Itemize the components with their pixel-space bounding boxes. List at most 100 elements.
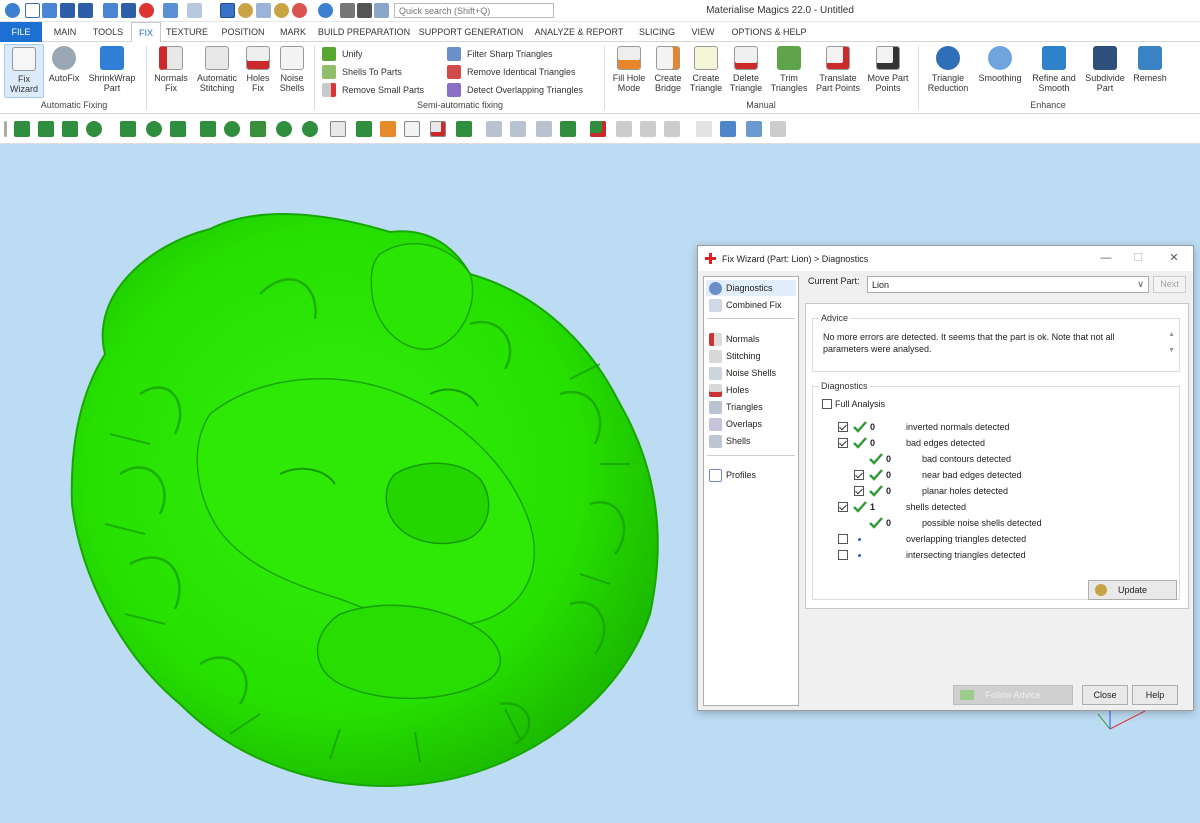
cube-green-icon[interactable] [356,121,372,137]
create-bridge-button[interactable]: Create Bridge [650,46,686,93]
trim-triangles-button[interactable]: Trim Triangles [768,46,810,93]
close-part-icon[interactable] [139,3,154,18]
menu-support-generation[interactable]: SUPPORT GENERATION [418,22,524,42]
remesh-button[interactable]: Remesh [1130,46,1170,83]
outline-triangle-icon[interactable] [696,121,712,137]
zoom-fit-icon[interactable] [292,3,307,18]
undo-icon[interactable] [163,3,178,18]
save-all-icon[interactable] [78,3,93,18]
expand-select-icon[interactable] [224,121,240,137]
near-bad-edges-checkbox[interactable] [854,470,864,480]
shells-checkbox[interactable] [838,502,848,512]
cube-red-icon[interactable] [430,121,446,137]
create-triangle-button[interactable]: Create Triangle [687,46,725,93]
invert-select-icon[interactable] [276,121,292,137]
shells-to-parts-button[interactable]: Shells To Parts [322,64,402,80]
blue-triangle-2-icon[interactable] [746,121,762,137]
settings-cube-icon[interactable] [374,3,389,18]
nav-stitching[interactable]: Stitching [706,348,796,364]
blue-triangle-icon[interactable] [720,121,736,137]
normals-fix-button[interactable]: Normals Fix [151,46,191,93]
zoom-in-icon[interactable] [274,3,289,18]
current-part-select[interactable]: Lion ∨ [867,276,1149,293]
wire-triangle-2-icon[interactable] [510,121,526,137]
grey-triangle-4-icon[interactable] [770,121,786,137]
wire-triangle-3-icon[interactable] [536,121,552,137]
grey-triangle-2-icon[interactable] [640,121,656,137]
next-button[interactable]: Next [1153,276,1186,293]
refine-and-smooth-button[interactable]: Refine and Smooth [1028,46,1080,93]
unify-button[interactable]: Unify [322,46,363,62]
menu-main[interactable]: MAIN [46,22,84,42]
shrinkwrap-part-button[interactable]: ShrinkWrap Part [85,46,139,93]
menu-fix[interactable]: FIX [131,22,161,43]
cube-dark-icon[interactable] [456,121,472,137]
fix-wizard-button[interactable]: Fix Wizard [4,44,44,98]
menu-mark[interactable]: MARK [276,22,310,42]
cube-blue-icon[interactable] [380,121,396,137]
menu-texture[interactable]: TEXTURE [164,22,210,42]
part-list-icon[interactable] [357,3,372,18]
brush-select-icon[interactable] [170,121,186,137]
zoom-icon[interactable] [238,3,253,18]
sphere-select-icon[interactable] [302,121,318,137]
menu-slicing[interactable]: SLICING [635,22,679,42]
save-icon[interactable] [60,3,75,18]
translate-part-points-button[interactable]: Translate Part Points [813,46,863,93]
menu-view[interactable]: VIEW [686,22,720,42]
nav-holes[interactable]: Holes [706,382,796,398]
box-select-icon[interactable] [120,121,136,137]
noise-shells-button[interactable]: Noise Shells [276,46,308,93]
triangle-reduction-button[interactable]: Triangle Reduction [924,46,972,93]
menu-options-help[interactable]: OPTIONS & HELP [728,22,810,42]
menu-file[interactable]: FILE [0,22,42,42]
measure-icon[interactable] [318,3,333,18]
detect-overlapping-triangles-button[interactable]: Detect Overlapping Triangles [447,82,583,98]
follow-advice-button[interactable]: Follow Advice [953,685,1073,705]
grey-triangle-3-icon[interactable] [664,121,680,137]
menu-position[interactable]: POSITION [216,22,270,42]
filter-sharp-triangles-button[interactable]: Filter Sharp Triangles [447,46,553,62]
import-icon[interactable] [103,3,118,18]
nav-combined-fix[interactable]: Combined Fix [706,297,796,313]
nav-triangles[interactable]: Triangles [706,399,796,415]
cube-view-icon[interactable] [330,121,346,137]
nav-noise-shells[interactable]: Noise Shells [706,365,796,381]
inverted-normals-checkbox[interactable] [838,422,848,432]
cube-white-icon[interactable] [404,121,420,137]
menu-build-preparation[interactable]: BUILD PREPARATION [316,22,412,42]
grey-triangle-icon[interactable] [616,121,632,137]
edge-select-icon[interactable] [38,121,54,137]
view-cube-icon[interactable] [256,3,271,18]
triangle-select-icon[interactable] [14,121,30,137]
smoothing-button[interactable]: Smoothing [975,46,1025,83]
menu-tools[interactable]: TOOLS [88,22,128,42]
remove-small-parts-button[interactable]: Remove Small Parts [322,82,424,98]
plane-select-icon[interactable] [62,121,78,137]
minimize-icon[interactable]: — [1096,251,1116,266]
open-file-icon[interactable] [42,3,57,18]
overlapping-checkbox[interactable] [838,534,848,544]
surface-select-icon[interactable] [86,121,102,137]
lion-model[interactable] [0,144,700,823]
planar-holes-checkbox[interactable] [854,486,864,496]
green-triangle-icon[interactable] [560,121,576,137]
help-button[interactable]: Help [1132,685,1178,705]
holes-fix-button[interactable]: Holes Fix [243,46,273,93]
move-part-points-button[interactable]: Move Part Points [865,46,911,93]
autofix-button[interactable]: AutoFix [46,46,82,83]
bad-edges-checkbox[interactable] [838,438,848,448]
nav-overlaps[interactable]: Overlaps [706,416,796,432]
intersecting-checkbox[interactable] [838,550,848,560]
nav-profiles[interactable]: Profiles [706,467,796,483]
wire-triangle-icon[interactable] [486,121,502,137]
shrink-select-icon[interactable] [250,121,266,137]
nav-shells[interactable]: Shells [706,433,796,449]
network-icon[interactable] [340,3,355,18]
red-triangle-icon[interactable] [590,121,606,137]
nav-normals[interactable]: Normals [706,331,796,347]
lasso-select-icon[interactable] [146,121,162,137]
select-part-icon[interactable] [220,3,235,18]
close-icon[interactable]: ✕ [1164,251,1184,266]
fill-hole-mode-button[interactable]: Fill Hole Mode [610,46,648,93]
